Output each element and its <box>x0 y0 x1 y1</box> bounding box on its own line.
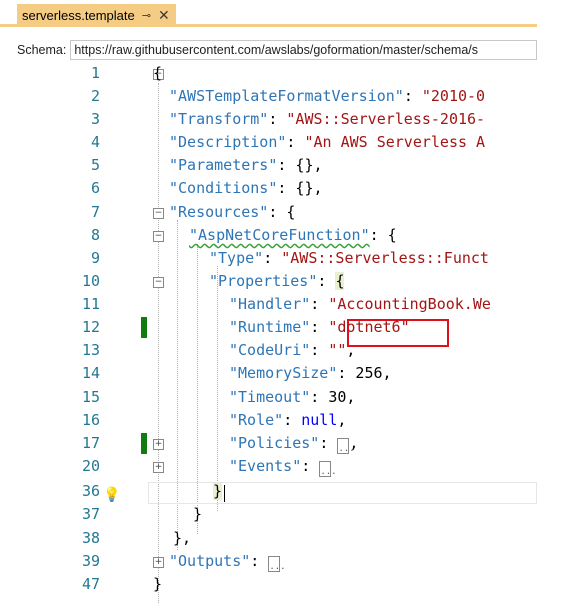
document-tab-bar: serverless.template ⊸ ✕ <box>0 0 537 27</box>
code-line: 7 − "Resources": { <box>17 201 537 224</box>
code-line: 5 "Parameters": {}, <box>17 154 537 177</box>
lightbulb-icon[interactable]: 💡 <box>103 487 120 503</box>
change-marker <box>141 433 147 454</box>
line-number: 15 <box>81 388 100 406</box>
code-line: 10 − "Properties": { <box>17 270 537 293</box>
code-line: 9 "Type": "AWS::Serverless::Funct <box>17 247 537 270</box>
line-number: 12 <box>81 318 100 336</box>
collapse-icon[interactable]: − <box>153 231 164 242</box>
line-number: 39 <box>81 552 100 570</box>
code-line: 12 "Runtime": "dotnet6" <box>17 316 537 339</box>
line-number: 1 <box>90 64 100 82</box>
line-number: 7 <box>90 203 100 221</box>
schema-label: Schema: <box>17 43 67 57</box>
line-number: 8 <box>90 226 100 244</box>
code-line: 1 − { <box>17 62 537 85</box>
line-number: 36 <box>81 482 100 500</box>
code-editor[interactable]: 1 − { 2 "AWSTemplateFormatVersion": "201… <box>17 60 537 608</box>
collapse-icon[interactable]: − <box>153 208 164 219</box>
line-number: 4 <box>90 133 100 151</box>
line-number: 47 <box>81 575 100 593</box>
collapsed-region[interactable]: ... <box>319 461 337 477</box>
expand-icon[interactable]: + <box>153 557 164 568</box>
code-line: 14 "MemorySize": 256, <box>17 362 537 385</box>
expand-icon[interactable]: + <box>153 439 164 450</box>
line-number: 16 <box>81 411 100 429</box>
code-line: 4 "Description": "An AWS Serverless A <box>17 131 537 154</box>
code-line: 2 "AWSTemplateFormatVersion": "2010-0 <box>17 85 537 108</box>
code-line: 16 "Role": null, <box>17 409 537 432</box>
code-line: 39 + "Outputs": ... <box>17 550 537 573</box>
collapsed-region[interactable]: ... <box>268 556 286 572</box>
line-number: 9 <box>90 249 100 267</box>
code-line: 37 } <box>17 503 537 526</box>
line-number: 10 <box>81 272 100 290</box>
code-line: 47 } <box>17 573 537 596</box>
collapsed-region[interactable]: ... <box>337 438 355 454</box>
line-number: 14 <box>81 364 100 382</box>
current-line-highlight <box>148 482 537 504</box>
tab-serverless-template[interactable]: serverless.template ⊸ ✕ <box>17 4 176 27</box>
collapse-icon[interactable]: − <box>153 277 164 288</box>
line-number: 38 <box>81 529 100 547</box>
code-line: 38 }, <box>17 527 537 550</box>
code-line: 17 + "Policies": ..., <box>17 432 537 455</box>
highlight-box <box>347 319 449 347</box>
code-line: 20 + "Events": ... <box>17 455 537 478</box>
line-number: 17 <box>81 434 100 452</box>
code-line: 8 − "AspNetCoreFunction": { <box>17 224 537 247</box>
expand-icon[interactable]: + <box>153 462 164 473</box>
close-icon[interactable]: ✕ <box>158 7 170 24</box>
text-caret <box>224 485 225 502</box>
line-number: 5 <box>90 156 100 174</box>
pin-icon[interactable]: ⊸ <box>142 9 151 22</box>
line-number: 13 <box>81 341 100 359</box>
change-marker <box>141 317 147 338</box>
line-number: 11 <box>81 295 100 313</box>
code-line: 13 "CodeUri": "", <box>17 339 537 362</box>
line-number: 2 <box>90 87 100 105</box>
tab-filename: serverless.template <box>22 8 135 23</box>
schema-bar: Schema: https://raw.githubusercontent.co… <box>17 40 537 60</box>
line-number: 37 <box>81 505 100 523</box>
schema-url-field[interactable]: https://raw.githubusercontent.com/awslab… <box>70 40 537 60</box>
code-line: 15 "Timeout": 30, <box>17 386 537 409</box>
code-line: 3 "Transform": "AWS::Serverless-2016- <box>17 108 537 131</box>
code-line: 11 "Handler": "AccountingBook.We <box>17 293 537 316</box>
line-number: 20 <box>81 457 100 475</box>
code-line: 6 "Conditions": {}, <box>17 177 537 200</box>
line-number: 3 <box>90 110 100 128</box>
line-number: 6 <box>90 179 100 197</box>
